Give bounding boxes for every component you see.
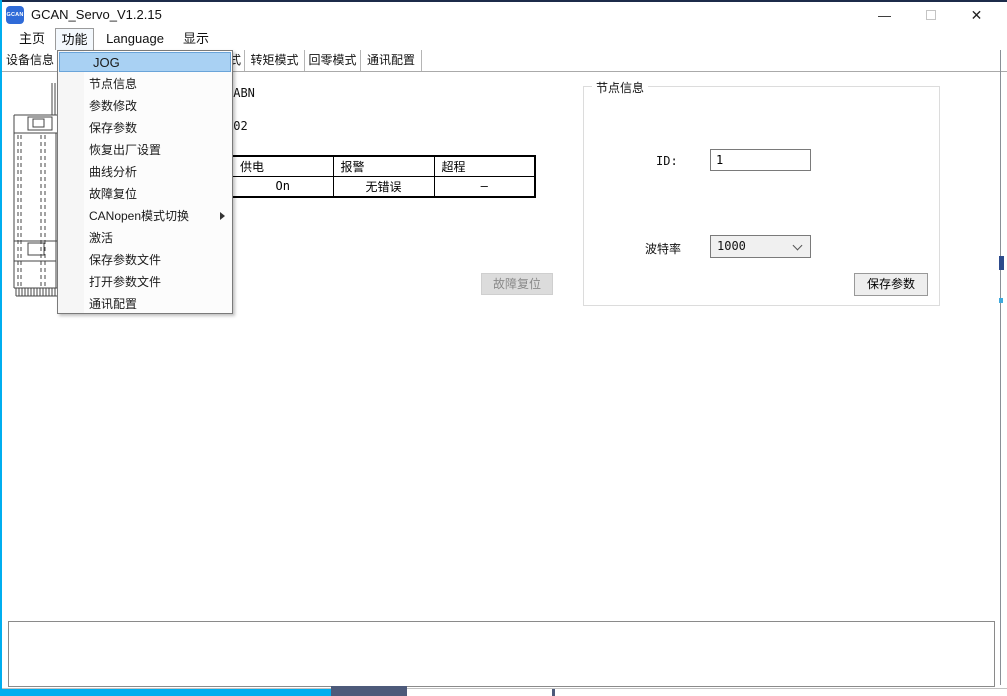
menu-item-activate[interactable]: 激活 [58,227,232,249]
tab-device-info[interactable]: 设备信息 [2,50,59,71]
menu-item-jog[interactable]: JOG [59,52,231,72]
background-window-left-edge [0,0,2,696]
background-window-fragment [999,256,1004,270]
tab-torque-mode[interactable]: 转矩模式 [245,50,305,71]
app-icon: GCAN [6,6,24,24]
minimize-button[interactable]: — [862,2,907,28]
menu-item-fault-reset[interactable]: 故障复位 [58,183,232,205]
menu-item-param-modify[interactable]: 参数修改 [58,95,232,117]
log-output-box[interactable] [8,621,995,687]
status-header-overtravel: 超程 [434,156,535,176]
id-input[interactable] [710,149,811,171]
menu-display[interactable]: 显示 [176,28,216,50]
baudrate-value: 1000 [717,239,746,253]
background-taskbar-strip [0,689,332,696]
status-value-alarm: 无错误 [333,176,434,197]
submenu-arrow-icon [220,212,225,220]
menu-item-canopen-mode-switch[interactable]: CANopen模式切换 [58,205,232,227]
menu-item-save-param-file[interactable]: 保存参数文件 [58,249,232,271]
menu-home[interactable]: 主页 [12,28,52,50]
background-window-fragment [999,298,1003,303]
menu-item-curve-analysis[interactable]: 曲线分析 [58,161,232,183]
menu-bar: 主页 功能 Language 显示 [0,28,1007,50]
window-top-border [0,0,1007,2]
device-drawing [8,78,60,302]
menu-function[interactable]: 功能 [55,28,94,50]
menu-item-comm-config[interactable]: 通讯配置 [58,293,232,315]
menu-item-node-info[interactable]: 节点信息 [58,73,232,95]
close-button[interactable]: ✕ [954,2,999,28]
status-value-power: On [232,176,333,197]
status-table: 供电 报警 超程 On 无错误 — [231,155,536,198]
background-window-edge [1000,30,1001,685]
title-bar: GCAN GCAN_Servo_V1.2.15 — ✕ [0,2,1007,28]
baudrate-label: 波特率 [645,240,681,257]
menu-item-save-params[interactable]: 保存参数 [58,117,232,139]
menu-language[interactable]: Language [100,28,170,50]
background-taskbar-fragment [552,689,555,696]
background-taskbar-item [331,686,407,696]
status-value-overtravel: — [434,176,535,197]
id-label: ID: [656,154,678,168]
menu-item-label: CANopen模式切换 [89,209,189,223]
table-row: On 无错误 — [232,176,535,197]
tab-comm-config[interactable]: 通讯配置 [361,50,422,71]
fault-reset-button[interactable]: 故障复位 [481,273,553,295]
menu-item-open-param-file[interactable]: 打开参数文件 [58,271,232,293]
menu-item-factory-reset[interactable]: 恢复出厂设置 [58,139,232,161]
node-info-group-title: 节点信息 [592,79,648,96]
window-title: GCAN_Servo_V1.2.15 [31,7,162,22]
node-info-group: 节点信息 ID: 波特率 1000 保存参数 [583,86,940,306]
chevron-down-icon [793,241,803,251]
maximize-icon [926,10,936,20]
baudrate-select[interactable]: 1000 [710,235,811,258]
save-params-button[interactable]: 保存参数 [854,273,928,296]
maximize-button[interactable] [908,2,953,28]
status-header-alarm: 报警 [333,156,434,176]
function-dropdown-menu: JOG 节点信息 参数修改 保存参数 恢复出厂设置 曲线分析 故障复位 CANo… [57,50,233,314]
tab-homing-mode[interactable]: 回零模式 [305,50,361,71]
status-header-power: 供电 [232,156,333,176]
